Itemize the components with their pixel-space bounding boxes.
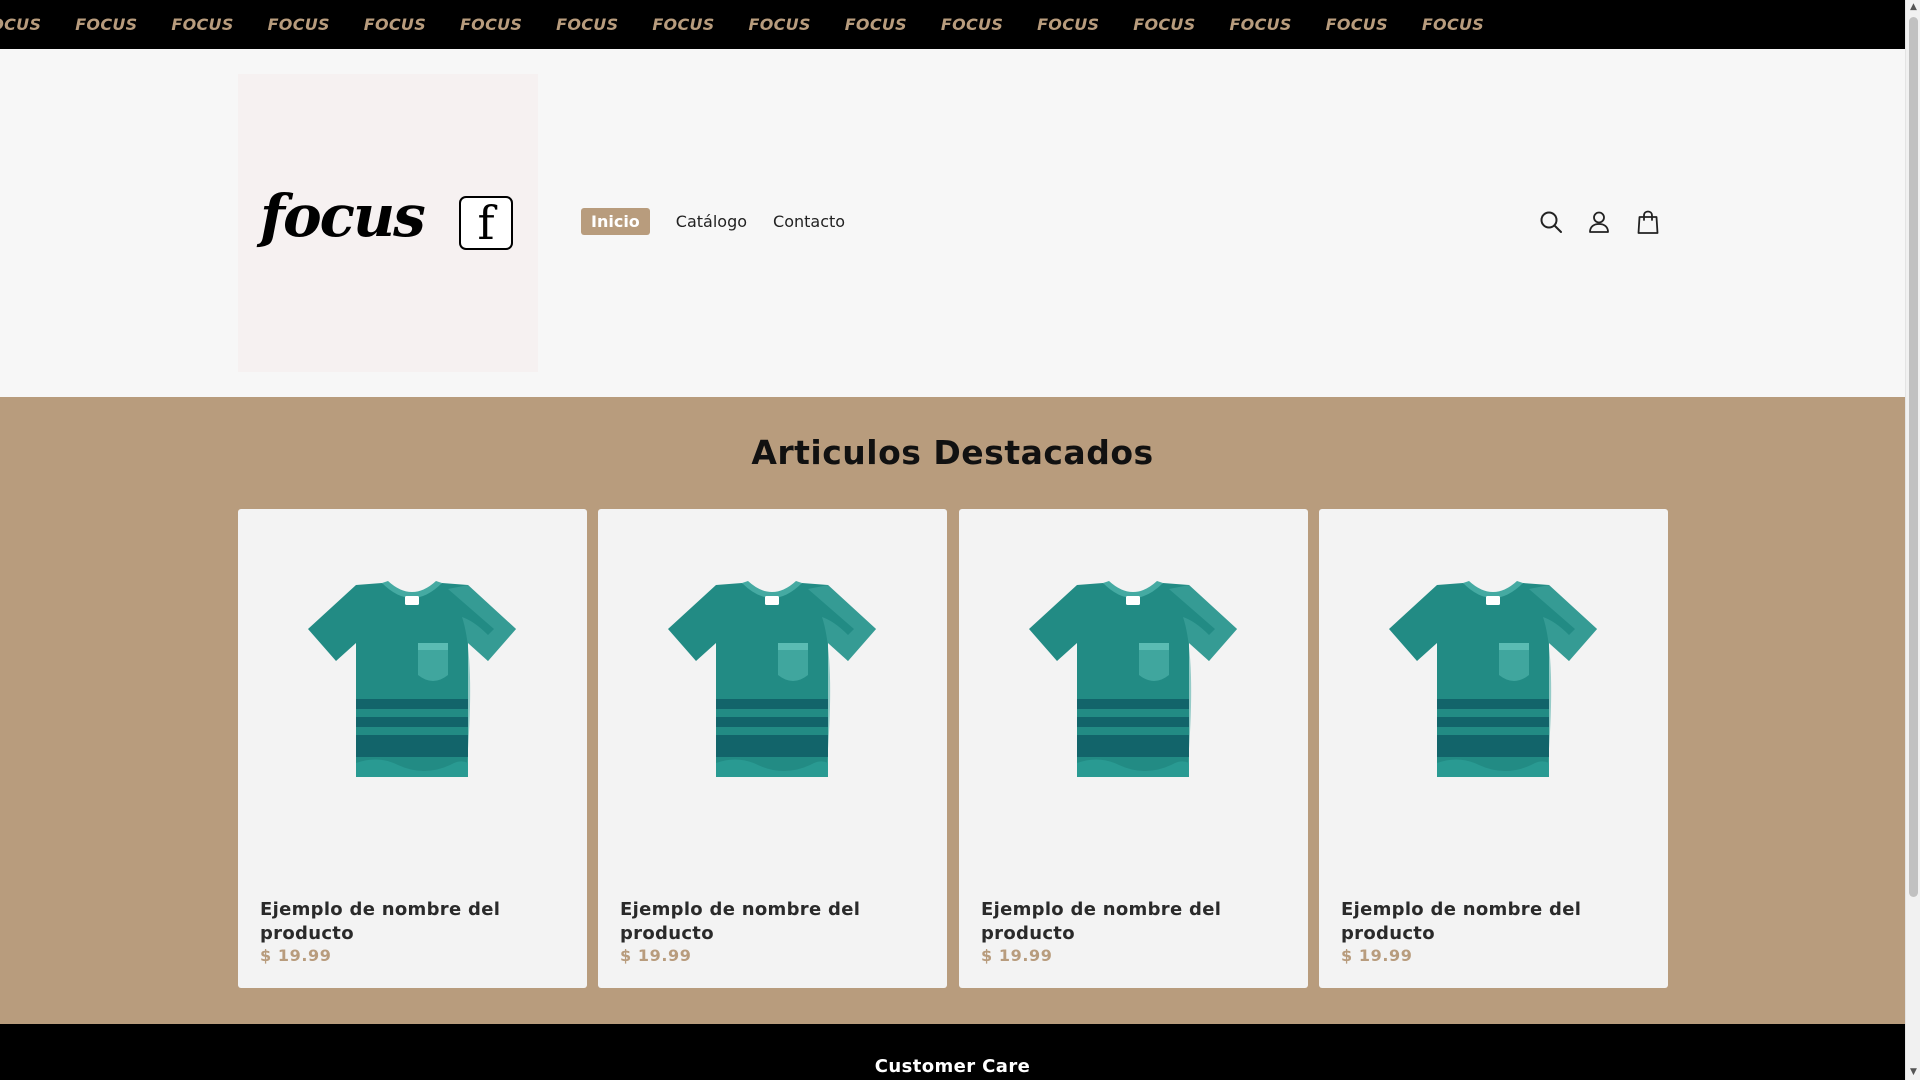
marquee-track: FOCUS FOCUS FOCUS FOCUS FOCUS FOCUS FOCU… (0, 0, 1518, 49)
site-header: focus f Inicio Catálogo Contacto (0, 49, 1905, 397)
marquee-item: FOCUS (1133, 15, 1196, 34)
tshirt-icon (1029, 581, 1237, 777)
product-price: $ 19.99 (260, 946, 332, 965)
featured-section: Articulos Destacados Ejemplo de nombre d… (0, 397, 1905, 1024)
marquee-item: FOCUS (748, 15, 811, 34)
marquee-item: FOCUS (1037, 15, 1100, 34)
footer-heading: Customer Care (874, 1056, 1031, 1077)
tshirt-icon (668, 581, 876, 777)
cart-icon[interactable] (1635, 209, 1661, 235)
scroll-up-arrow-icon[interactable]: ▲ (1906, 0, 1920, 15)
marquee-item: FOCUS (75, 15, 138, 34)
logo-mark: f (459, 196, 513, 250)
nav-item-inicio[interactable]: Inicio (581, 208, 650, 235)
marquee-item: FOCUS (1421, 15, 1485, 34)
page-scrollbar[interactable]: ▲ ▼ (1905, 0, 1920, 1080)
marquee-item: FOCUS (1229, 15, 1292, 34)
product-name[interactable]: Ejemplo de nombre del producto (981, 898, 1281, 946)
product-card[interactable]: Ejemplo de nombre del producto $ 19.99 (238, 509, 587, 988)
product-price: $ 19.99 (981, 946, 1053, 965)
product-name[interactable]: Ejemplo de nombre del producto (260, 898, 560, 946)
scroll-down-arrow-icon[interactable]: ▼ (1906, 1065, 1920, 1080)
marquee-item: FOCUS (940, 15, 1004, 34)
main-nav: Inicio Catálogo Contacto (581, 208, 871, 235)
scrollbar-thumb[interactable] (1909, 17, 1918, 897)
product-name[interactable]: Ejemplo de nombre del producto (1341, 898, 1641, 946)
product-image (598, 509, 947, 849)
tshirt-icon (1389, 581, 1597, 777)
marquee-item: FOCUS (171, 15, 234, 34)
product-card[interactable]: Ejemplo de nombre del producto $ 19.99 (959, 509, 1308, 988)
marquee-item: FOCUS (844, 15, 907, 34)
marquee-item: FOCUS (267, 15, 330, 34)
nav-item-catalogo[interactable]: Catálogo (676, 208, 747, 235)
product-image (238, 509, 587, 849)
search-icon[interactable] (1538, 209, 1564, 235)
product-image (959, 509, 1308, 849)
announcement-bar: FOCUS FOCUS FOCUS FOCUS FOCUS FOCUS FOCU… (0, 0, 1905, 49)
account-icon[interactable] (1586, 209, 1612, 235)
product-name[interactable]: Ejemplo de nombre del producto (620, 898, 920, 946)
logo-link[interactable]: focus f (238, 74, 538, 372)
product-card[interactable]: Ejemplo de nombre del producto $ 19.99 (598, 509, 947, 988)
nav-item-contacto[interactable]: Contacto (773, 208, 845, 235)
marquee-item: FOCUS (459, 15, 523, 34)
logo-wordmark: focus (260, 182, 426, 250)
section-title: Articulos Destacados (751, 433, 1154, 472)
tshirt-icon (308, 581, 516, 777)
product-card[interactable]: Ejemplo de nombre del producto $ 19.99 (1319, 509, 1668, 988)
product-image (1319, 509, 1668, 849)
product-price: $ 19.99 (620, 946, 692, 965)
marquee-item: FOCUS (363, 15, 427, 34)
marquee-item: FOCUS (0, 15, 42, 34)
site-footer: Customer Care (0, 1024, 1905, 1080)
marquee-item: FOCUS (556, 15, 619, 34)
marquee-item: FOCUS (1325, 15, 1388, 34)
marquee-item: FOCUS (652, 15, 715, 34)
product-price: $ 19.99 (1341, 946, 1413, 965)
